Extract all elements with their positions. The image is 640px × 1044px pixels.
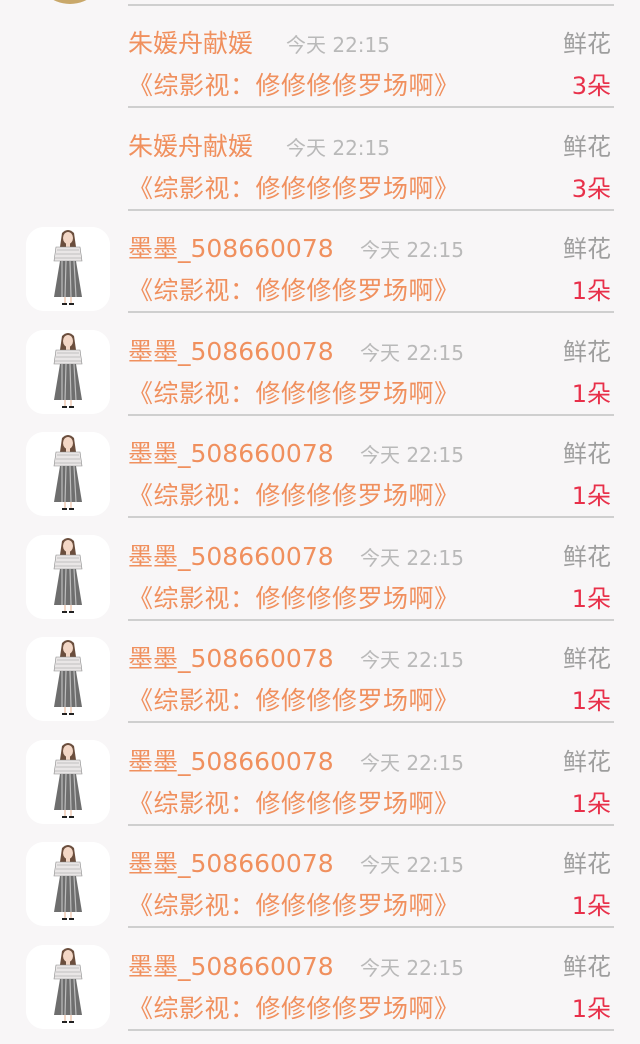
book-title[interactable]: 《综影视：修修修修罗场啊》 — [128, 989, 460, 1025]
book-title[interactable]: 《综影视：修修修修罗场啊》 — [128, 66, 460, 102]
book-title[interactable]: 《综影视：修修修修罗场啊》 — [128, 271, 460, 307]
avatar[interactable] — [26, 227, 110, 311]
timestamp: 今天 22:15 — [360, 443, 464, 467]
girl-illustration-icon — [26, 432, 110, 516]
avatar[interactable] — [26, 637, 110, 721]
sender-name[interactable]: 墨墨_508660078 — [128, 639, 334, 675]
girl-illustration-icon — [26, 227, 110, 311]
gift-record-row[interactable]: 墨墨_508660078 今天 22:15 鲜花 《综影视：修修修修罗场啊》 1… — [0, 517, 640, 621]
timestamp: 今天 22:15 — [360, 648, 464, 672]
gift-count: 1朵 — [571, 994, 611, 1023]
book-title[interactable]: 《综影视：修修修修罗场啊》 — [128, 681, 460, 717]
sender-name[interactable]: 朱媛舟献媛 — [128, 24, 253, 60]
gift-record-row[interactable]: 墨墨_508660078 今天 22:15 鲜花 《综影视：修修修修罗场啊》 1… — [0, 824, 640, 928]
avatar[interactable] — [26, 432, 110, 516]
gift-type: 鲜花 — [563, 235, 611, 263]
girl-illustration-icon — [26, 739, 110, 824]
sender-name[interactable]: 墨墨_508660078 — [128, 844, 334, 880]
gift-count: 1朵 — [571, 687, 611, 715]
gift-count: 1朵 — [571, 277, 611, 305]
girl-illustration-icon — [26, 944, 110, 1029]
girl-illustration-icon — [26, 534, 110, 619]
sender-name[interactable]: 朱媛舟献媛 — [128, 127, 253, 163]
timestamp: 今天 22:15 — [360, 955, 464, 980]
timestamp: 今天 22:15 — [360, 853, 464, 877]
avatar[interactable] — [26, 534, 110, 619]
gift-count: 3朵 — [571, 174, 611, 203]
gift-count: 1朵 — [571, 379, 611, 408]
sender-name[interactable]: 墨墨_508660078 — [128, 537, 334, 573]
avatar[interactable] — [26, 944, 110, 1029]
gift-type: 鲜花 — [563, 337, 611, 366]
timestamp: 今天 22:15 — [286, 135, 390, 160]
gift-record-list: 朱媛舟献媛 今天 22:15 鲜花 《综影视：修修修修罗场啊》 3朵 朱媛舟献媛… — [0, 0, 640, 1044]
sender-name[interactable]: 墨墨_508660078 — [128, 229, 334, 265]
gift-count: 1朵 — [571, 482, 611, 510]
gift-type: 鲜花 — [563, 132, 611, 161]
gift-record-row[interactable]: 墨墨_508660078 今天 22:15 鲜花 《综影视：修修修修罗场啊》 1… — [0, 312, 640, 416]
book-title[interactable]: 《综影视：修修修修罗场啊》 — [128, 374, 460, 410]
avatar[interactable] — [26, 842, 110, 926]
gift-count: 1朵 — [571, 584, 611, 613]
gift-type: 鲜花 — [563, 542, 611, 571]
avatar[interactable] — [26, 329, 110, 414]
gift-count: 3朵 — [571, 72, 611, 100]
gift-type: 鲜花 — [563, 30, 611, 58]
gift-type: 鲜花 — [563, 440, 611, 468]
girl-illustration-icon — [26, 842, 110, 926]
timestamp: 今天 22:15 — [360, 340, 464, 365]
timestamp: 今天 22:15 — [360, 545, 464, 570]
gift-count: 1朵 — [571, 892, 611, 920]
gift-record-row[interactable]: 墨墨_508660078 今天 22:15 鲜花 《综影视：修修修修罗场啊》 1… — [0, 927, 640, 1031]
sender-name[interactable]: 墨墨_508660078 — [128, 742, 334, 778]
timestamp: 今天 22:15 — [286, 33, 390, 57]
gift-type: 鲜花 — [563, 645, 611, 673]
timestamp: 今天 22:15 — [360, 750, 464, 775]
avatar[interactable] — [26, 739, 110, 824]
girl-illustration-icon — [26, 637, 110, 721]
timestamp: 今天 22:15 — [360, 238, 464, 262]
sender-name[interactable]: 墨墨_508660078 — [128, 434, 334, 470]
gift-record-row[interactable]: 墨墨_508660078 今天 22:15 鲜花 《综影视：修修修修罗场啊》 1… — [0, 619, 640, 723]
gift-record-row[interactable]: 朱媛舟献媛 今天 22:15 鲜花 《综影视：修修修修罗场啊》 3朵 — [0, 4, 640, 108]
gift-record-row[interactable]: 朱媛舟献媛 今天 22:15 鲜花 《综影视：修修修修罗场啊》 3朵 — [0, 107, 640, 211]
gift-type: 鲜花 — [563, 850, 611, 878]
row-divider — [128, 1028, 614, 1031]
sender-name[interactable]: 墨墨_508660078 — [128, 947, 334, 983]
gift-type: 鲜花 — [563, 747, 611, 776]
book-title[interactable]: 《综影视：修修修修罗场啊》 — [128, 886, 460, 922]
gift-record-row[interactable]: 墨墨_508660078 今天 22:15 鲜花 《综影视：修修修修罗场啊》 1… — [0, 414, 640, 518]
book-title[interactable]: 《综影视：修修修修罗场啊》 — [128, 784, 460, 820]
sender-name[interactable]: 墨墨_508660078 — [128, 332, 334, 368]
girl-illustration-icon — [26, 329, 110, 414]
gift-count: 1朵 — [571, 789, 611, 818]
gift-record-row[interactable]: 墨墨_508660078 今天 22:15 鲜花 《综影视：修修修修罗场啊》 1… — [0, 209, 640, 313]
gift-record-row[interactable]: 墨墨_508660078 今天 22:15 鲜花 《综影视：修修修修罗场啊》 1… — [0, 722, 640, 826]
gift-type: 鲜花 — [563, 952, 611, 981]
book-title[interactable]: 《综影视：修修修修罗场啊》 — [128, 476, 460, 512]
book-title[interactable]: 《综影视：修修修修罗场啊》 — [128, 579, 460, 615]
book-title[interactable]: 《综影视：修修修修罗场啊》 — [128, 169, 460, 205]
